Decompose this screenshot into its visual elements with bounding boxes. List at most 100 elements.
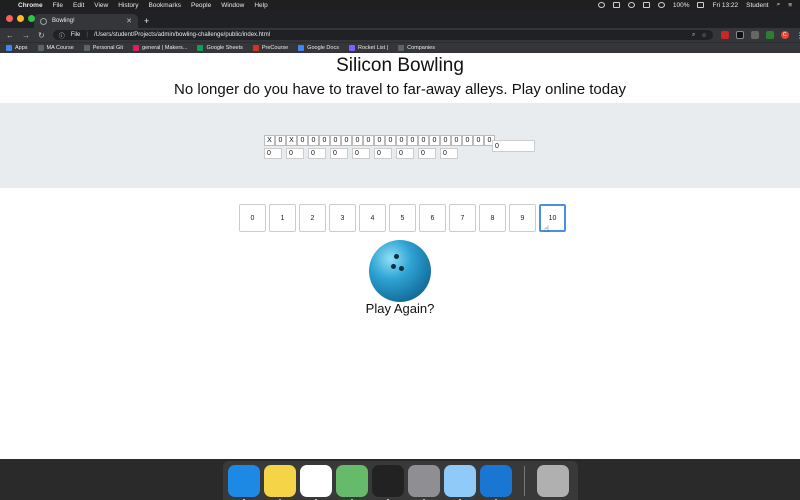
extension-icon-grey[interactable] — [750, 31, 759, 39]
menu-window[interactable]: Window — [221, 2, 244, 9]
info-icon[interactable]: ⓘ — [59, 31, 65, 40]
new-tab-button[interactable]: + — [144, 14, 149, 28]
zoom-icon[interactable]: ⌕ — [692, 32, 695, 39]
browser-window: Bowling! ✕ + ← → ↻ ⓘ File | /Users/stude… — [0, 10, 800, 459]
dock-finder-icon[interactable] — [228, 464, 260, 500]
pin-button-4[interactable]: 4 — [359, 204, 386, 232]
menu-app-name[interactable]: Chrome — [18, 2, 43, 9]
battery-icon[interactable] — [697, 2, 705, 8]
url-scheme: File — [70, 32, 81, 38]
bookmark-item[interactable]: MA Course — [37, 45, 74, 51]
bookmark-favicon-icon — [398, 45, 405, 51]
menu-help[interactable]: Help — [254, 2, 267, 9]
bookmark-item[interactable]: Apps — [6, 45, 28, 51]
reload-icon[interactable]: ↻ — [38, 31, 45, 40]
bookmark-label: Companies — [407, 45, 435, 51]
wifi-icon[interactable] — [657, 2, 665, 8]
menu-edit[interactable]: Edit — [73, 2, 84, 9]
dock-atom-icon[interactable] — [336, 464, 368, 500]
dock-preview-icon[interactable] — [444, 464, 476, 500]
menu-view[interactable]: View — [94, 2, 108, 9]
pin-button-0[interactable]: 0 — [239, 204, 266, 232]
bowling-ball-icon[interactable] — [369, 240, 431, 302]
bookmark-item[interactable]: PreCourse — [252, 45, 288, 51]
bluetooth-icon[interactable] — [612, 2, 620, 8]
dock-notes-icon[interactable] — [264, 464, 296, 500]
airplay-icon[interactable] — [642, 2, 650, 8]
frame-total-cell: 0 — [374, 148, 392, 159]
extension-icon-play[interactable] — [735, 31, 744, 39]
bookmark-favicon-icon — [83, 45, 90, 51]
menu-list-icon[interactable]: ≡ — [788, 2, 792, 9]
bookmark-favicon-icon — [6, 45, 12, 51]
pin-button-8[interactable]: 8 — [479, 204, 506, 232]
bookmark-item[interactable]: Personal Git — [83, 45, 123, 51]
clock[interactable]: Fri 13:22 — [712, 2, 738, 9]
ball-hole — [391, 264, 396, 269]
frame-total-cell: 0 — [330, 148, 348, 159]
pin-button-9[interactable]: 9 — [509, 204, 536, 232]
time-machine-icon[interactable] — [627, 2, 635, 8]
tab-title: Bowling! — [52, 18, 75, 24]
maximize-window-button[interactable] — [28, 15, 35, 22]
menu-file[interactable]: File — [53, 2, 63, 9]
play-again-label[interactable]: Play Again? — [0, 301, 800, 316]
globe-icon — [40, 17, 47, 25]
bookmark-label: general | Makers... — [142, 45, 188, 51]
bookmark-label: Google Sheets — [206, 45, 243, 51]
roll-cell: 0 — [396, 135, 407, 146]
dock-terminal-icon[interactable] — [372, 464, 404, 500]
close-window-button[interactable] — [6, 15, 13, 22]
bookmark-label: Google Docs — [307, 45, 339, 51]
user-name[interactable]: Student — [746, 2, 768, 9]
pin-button-1[interactable]: 1 — [269, 204, 296, 232]
frame-total-cell: 0 — [264, 148, 282, 159]
pin-button-2[interactable]: 2 — [299, 204, 326, 232]
pin-button-3[interactable]: 3 — [329, 204, 356, 232]
url-separator: | — [86, 32, 88, 38]
menu-people[interactable]: People — [191, 2, 211, 9]
close-tab-icon[interactable]: ✕ — [126, 17, 132, 25]
forward-icon[interactable]: → — [22, 31, 30, 40]
roll-cell: 0 — [374, 135, 385, 146]
extension-icon-green[interactable] — [765, 31, 774, 39]
bookmark-item[interactable]: Google Sheets — [197, 45, 243, 51]
address-bar[interactable]: ⓘ File | /Users/student/Projects/admin/b… — [52, 30, 713, 40]
pin-button-7[interactable]: 7 — [449, 204, 476, 232]
bookmark-item[interactable]: Google Docs — [298, 45, 339, 51]
roll-cell: 0 — [462, 135, 473, 146]
frame-total-cell: 0 — [352, 148, 370, 159]
dock-quicktime-icon[interactable] — [480, 464, 512, 500]
more-menu-icon[interactable]: ⋮ — [796, 31, 800, 40]
bookmark-star-icon[interactable]: ☆ — [701, 32, 706, 39]
profile-avatar[interactable]: C — [780, 31, 789, 39]
extension-icon-red[interactable] — [720, 31, 729, 39]
bookmark-item[interactable]: Rocket List | — [348, 45, 388, 51]
roll-cell: 0 — [363, 135, 374, 146]
back-icon[interactable]: ← — [6, 31, 14, 40]
roll-cell: X — [264, 135, 275, 146]
dock-chrome-icon[interactable] — [300, 464, 332, 500]
bookmark-favicon-icon — [133, 45, 140, 51]
menu-history[interactable]: History — [118, 2, 138, 9]
dock-trash-icon[interactable] — [537, 464, 569, 497]
bookmark-item[interactable]: Companies — [398, 45, 435, 51]
bookmark-item[interactable]: general | Makers... — [133, 45, 187, 51]
bookmark-label: MA Course — [46, 45, 74, 51]
pin-button-6[interactable]: 6 — [419, 204, 446, 232]
bookmark-favicon-icon — [197, 45, 204, 51]
frame-total-cell: 0 — [308, 148, 326, 159]
page-subtitle: No longer do you have to travel to far-a… — [174, 81, 626, 98]
menu-bookmarks[interactable]: Bookmarks — [148, 2, 181, 9]
pin-button-5[interactable]: 5 — [389, 204, 416, 232]
screen-record-icon[interactable] — [597, 2, 605, 8]
spotlight-icon[interactable]: ⌕ — [777, 1, 781, 9]
page-title: Silicon Bowling — [336, 55, 464, 76]
roll-cell: X — [286, 135, 297, 146]
minimize-window-button[interactable] — [17, 15, 24, 22]
battery-percent[interactable]: 100% — [673, 2, 690, 9]
dock-system-preferences-icon[interactable] — [408, 464, 440, 500]
tab-bowling[interactable]: Bowling! ✕ — [34, 14, 138, 28]
window-controls — [6, 15, 35, 22]
roll-cell: 0 — [440, 135, 451, 146]
